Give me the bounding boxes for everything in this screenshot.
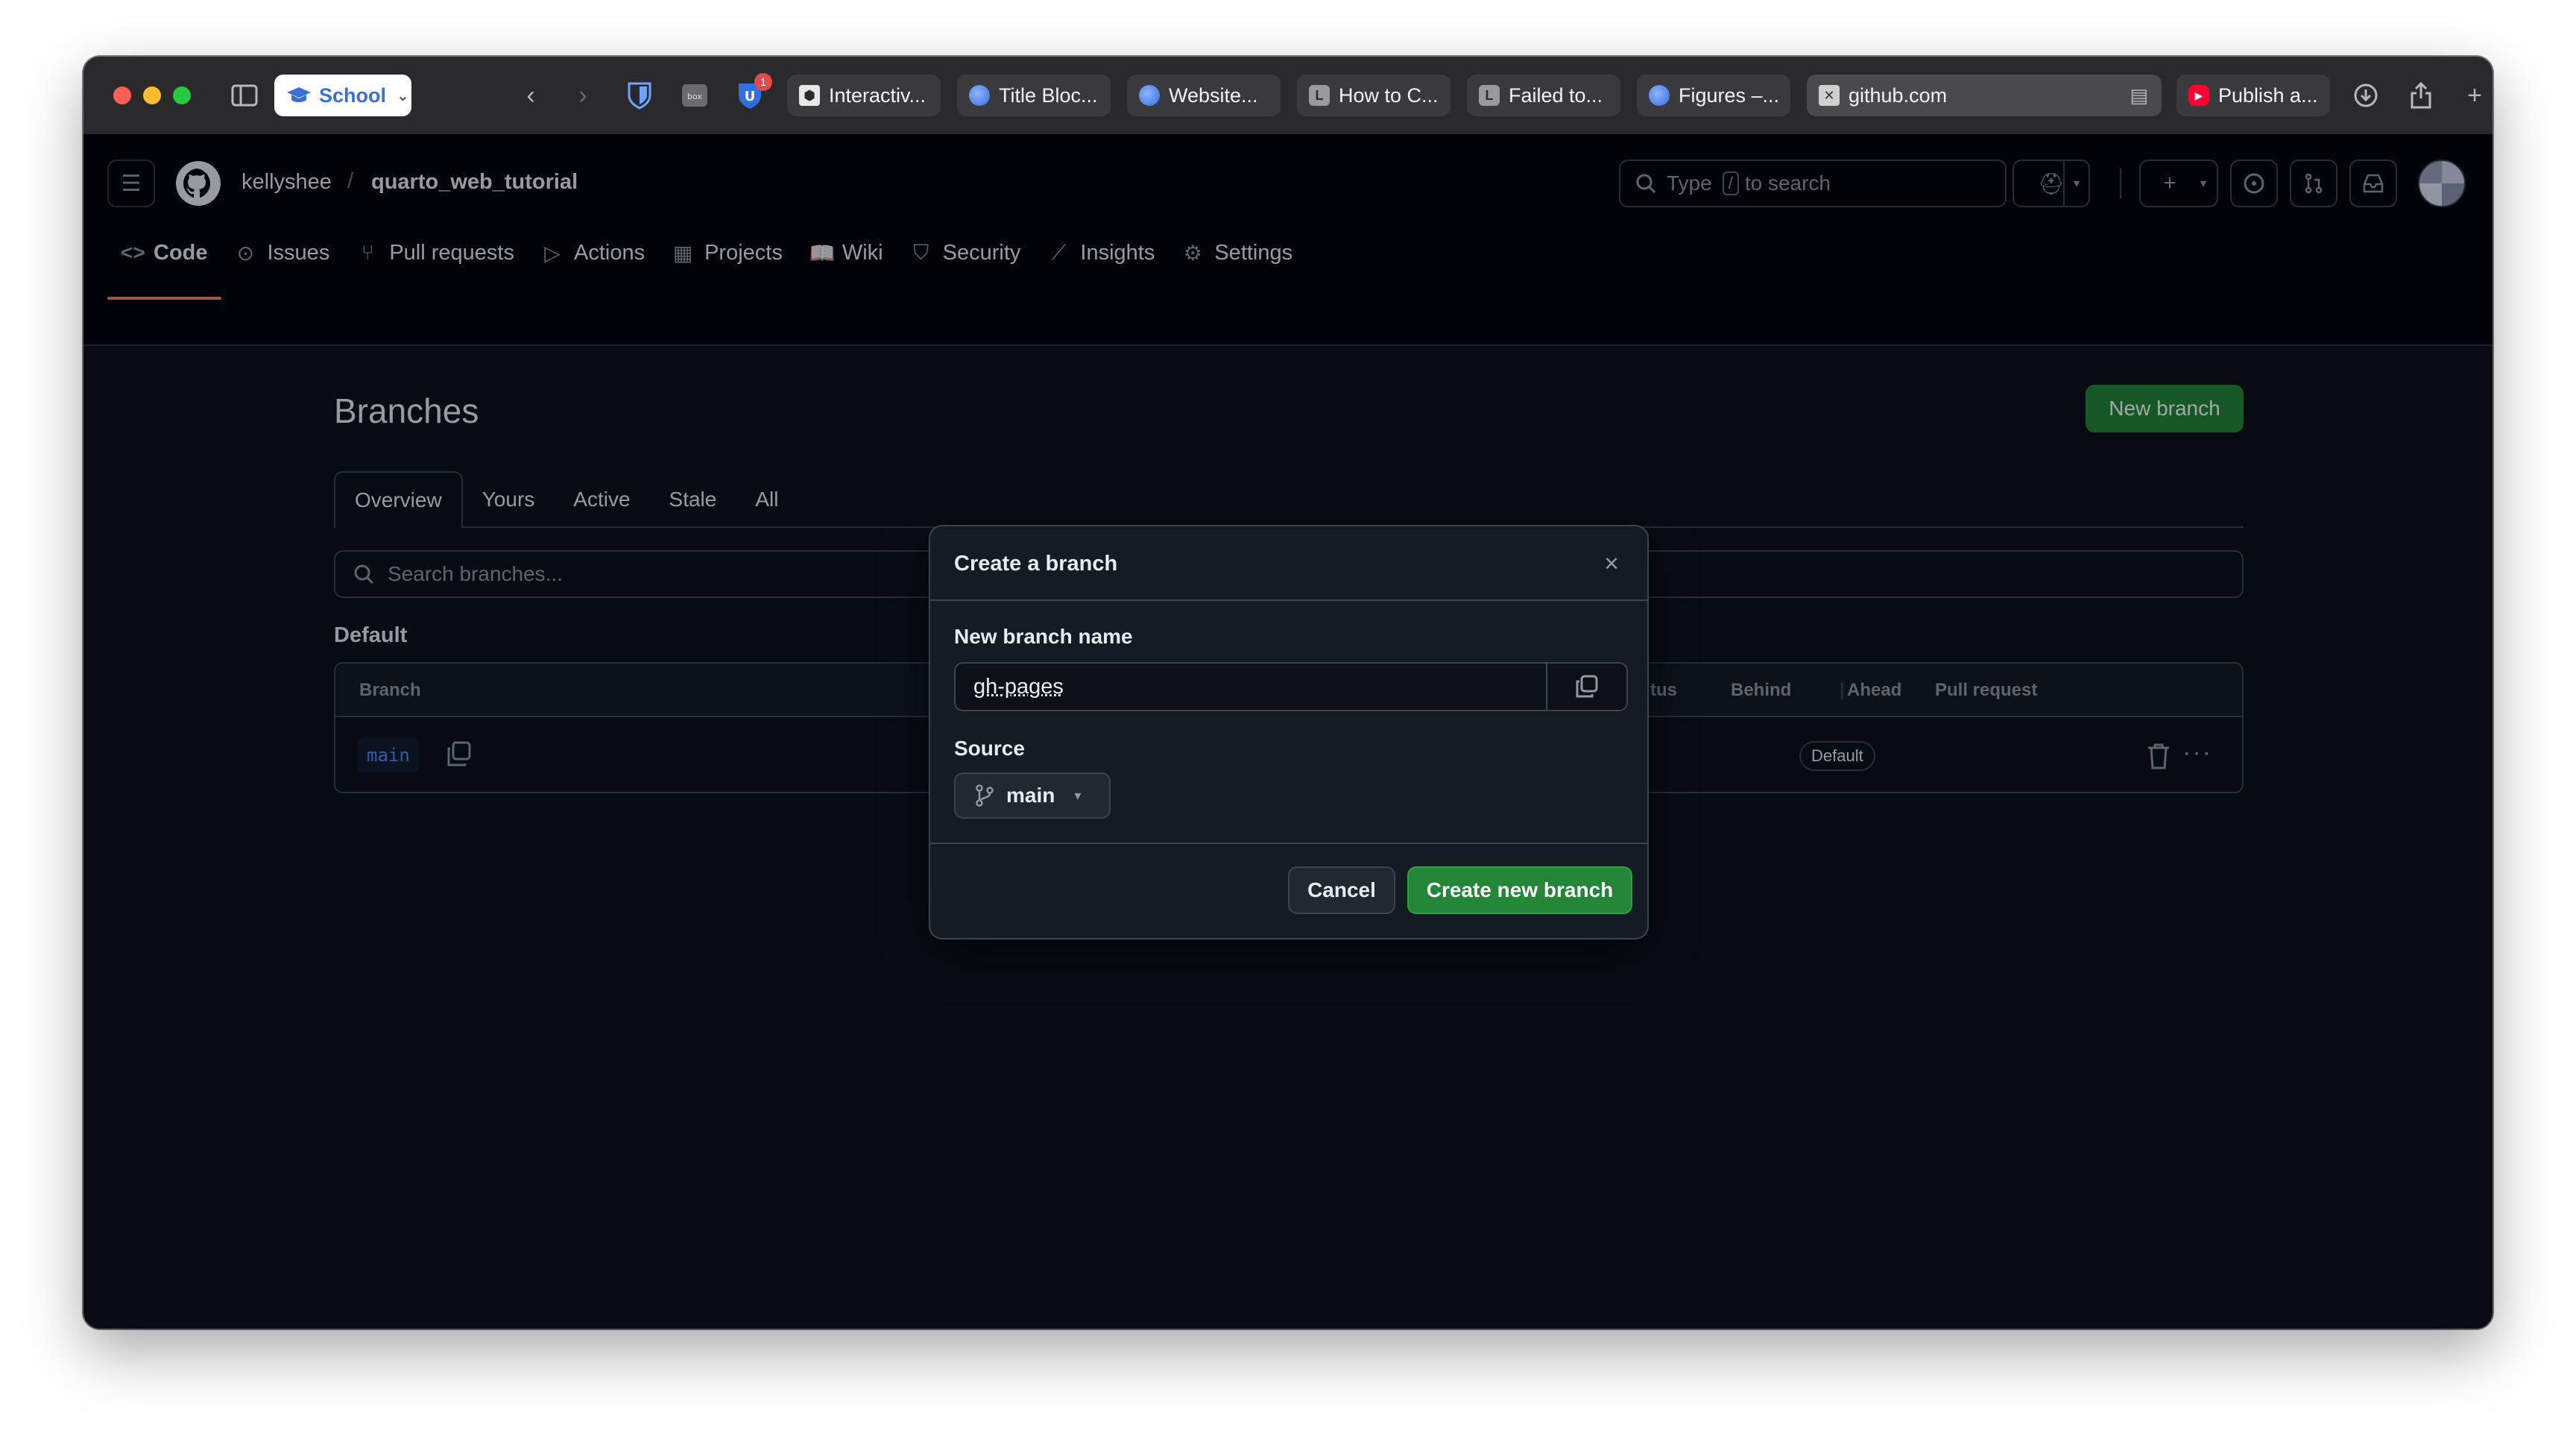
l-favicon-icon: L: [1479, 85, 1500, 106]
globe-favicon-icon: [1139, 85, 1160, 106]
cancel-button[interactable]: Cancel: [1288, 866, 1395, 914]
tab-label: How to C...: [1339, 84, 1439, 107]
browser-tab[interactable]: Title Bloc...: [957, 75, 1111, 116]
svg-text:U: U: [745, 89, 756, 104]
profile-label: School: [319, 84, 387, 107]
close-window-button[interactable]: [113, 86, 131, 104]
branch-name-input[interactable]: [956, 664, 1541, 710]
share-icon[interactable]: [2405, 79, 2437, 112]
maximize-window-button[interactable]: [173, 86, 191, 104]
browser-tab[interactable]: ⬢ Interactiv...: [787, 75, 941, 116]
back-icon[interactable]: ‹: [514, 79, 547, 112]
create-new-branch-button[interactable]: Create new branch: [1407, 866, 1632, 914]
chevron-down-icon: ⌄: [397, 87, 409, 104]
bitwarden-shield-icon[interactable]: [623, 79, 656, 112]
browser-tab[interactable]: Figures –...: [1637, 75, 1790, 116]
dialog-footer-divider: [930, 843, 1647, 844]
browser-tab[interactable]: Website...: [1127, 75, 1281, 116]
browser-toolbar: School ⌄ ‹ › box U 1 ⬢ Interactiv... Tit…: [83, 57, 2493, 134]
globe-favicon-icon: [969, 85, 990, 106]
browser-tab[interactable]: L Failed to...: [1467, 75, 1620, 116]
browser-tab[interactable]: ▶ Publish a...: [2176, 75, 2330, 116]
notification-badge: 1: [754, 73, 772, 91]
svg-text:box: box: [687, 92, 702, 101]
new-tab-icon[interactable]: +: [2458, 79, 2491, 112]
source-branch-value: main: [1006, 784, 1055, 807]
browser-tab[interactable]: L How to C...: [1297, 75, 1450, 116]
tab-label: Website...: [1169, 84, 1258, 107]
ublock-shield-icon[interactable]: U 1: [733, 73, 772, 112]
tab-label: github.com: [1849, 84, 1948, 107]
globe-favicon-icon: [1649, 85, 1670, 106]
profile-switcher-button[interactable]: School ⌄: [274, 75, 411, 116]
create-branch-dialog: Create a branch × New branch name Source…: [929, 525, 1649, 939]
hexagon-favicon-icon: ⬢: [799, 85, 820, 106]
dialog-header: Create a branch ×: [930, 526, 1647, 601]
tab-label: Title Bloc...: [999, 84, 1098, 107]
close-favicon-icon: ✕: [1819, 85, 1840, 106]
browser-window: School ⌄ ‹ › box U 1 ⬢ Interactiv... Tit…: [83, 57, 2493, 1329]
sidebar-toggle-icon[interactable]: [228, 79, 261, 112]
tab-label: Failed to...: [1509, 84, 1603, 107]
source-label: Source: [954, 737, 1025, 760]
close-icon[interactable]: ×: [1597, 549, 1626, 579]
copy-icon: [1576, 675, 1598, 698]
youtube-favicon-icon: ▶: [2188, 85, 2209, 106]
minimize-window-button[interactable]: [143, 86, 161, 104]
tab-label: Figures –...: [1679, 84, 1780, 107]
branch-name-label: New branch name: [954, 625, 1133, 648]
tab-label: Interactiv...: [829, 84, 926, 107]
forward-icon[interactable]: ›: [566, 79, 599, 112]
dialog-title: Create a branch: [954, 552, 1118, 576]
browser-tab-active[interactable]: ✕ github.com ▤: [1807, 75, 2162, 116]
download-icon[interactable]: [2349, 79, 2382, 112]
copy-button[interactable]: [1546, 664, 1626, 710]
tab-label: Publish a...: [2218, 84, 2318, 107]
reader-view-icon[interactable]: ▤: [2130, 84, 2148, 107]
source-branch-select[interactable]: main ▾: [954, 772, 1111, 819]
l-favicon-icon: L: [1309, 85, 1330, 106]
chevron-down-icon: ▾: [1074, 787, 1082, 803]
graduation-cap-icon: [287, 87, 311, 102]
branch-name-field: [954, 662, 1628, 711]
git-branch-icon: [976, 784, 994, 807]
extension-box-icon[interactable]: box: [678, 79, 711, 112]
